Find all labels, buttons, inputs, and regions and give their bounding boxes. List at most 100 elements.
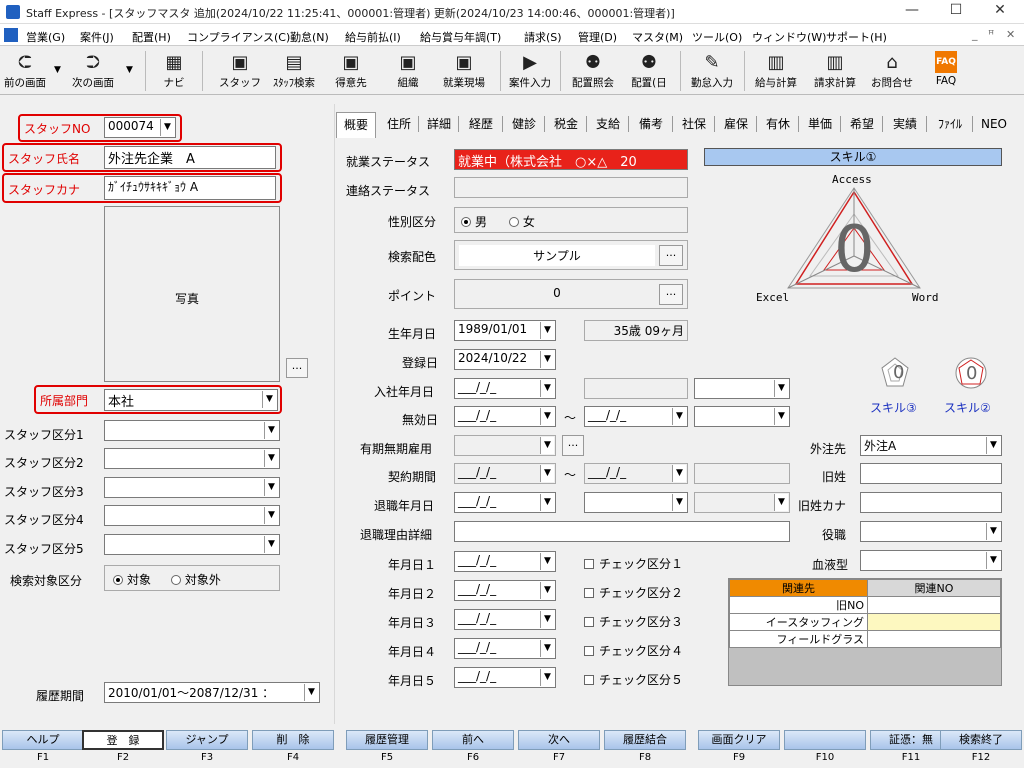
chevron-down-icon[interactable]: ▼	[264, 479, 278, 496]
chevron-down-icon[interactable]: ▼	[774, 380, 788, 397]
chevron-down-icon[interactable]: ▼	[264, 422, 278, 439]
gender-female-radio[interactable]: 女	[508, 215, 535, 229]
table-row[interactable]: 旧NO	[729, 596, 1001, 614]
inquiry-button[interactable]: ⌂ お問合せ	[866, 49, 918, 90]
tab-address[interactable]: 住所	[382, 112, 416, 136]
join-extra-select[interactable]: ▼	[694, 378, 790, 399]
billing-button[interactable]: ▥ 請求計算	[808, 49, 862, 90]
menu-master[interactable]: マスタ(M)	[632, 29, 683, 45]
prev-dropdown-icon[interactable]: ▼	[54, 65, 61, 75]
calendar-dropdown-icon[interactable]: ▼	[540, 582, 554, 599]
register-date-input[interactable]: 2024/10/22 ▼	[454, 349, 556, 370]
menu-attendance[interactable]: 勤怠(N)	[290, 29, 329, 45]
f2-register-button[interactable]: 登 録	[82, 730, 164, 750]
chevron-down-icon[interactable]: ▼	[986, 523, 1000, 540]
retire-extra-select[interactable]: ▼	[694, 492, 790, 513]
calendar-dropdown-icon[interactable]: ▼	[540, 380, 554, 397]
chevron-down-icon[interactable]: ▼	[540, 437, 554, 454]
dept-select[interactable]: 本社 ▼	[104, 389, 278, 411]
tab-checkup[interactable]: 健診	[506, 112, 542, 136]
chevron-down-icon[interactable]: ▼	[774, 408, 788, 425]
photo-browse-button[interactable]: ...	[286, 358, 308, 378]
chevron-down-icon[interactable]: ▼	[262, 391, 276, 408]
calendar-dropdown-icon[interactable]: ▼	[672, 408, 686, 425]
f5-history-button[interactable]: 履歴管理	[346, 730, 428, 750]
join-date-input[interactable]: ___/_/_ ▼	[454, 378, 556, 399]
chevron-down-icon[interactable]: ▼	[264, 536, 278, 553]
tab-paid-leave[interactable]: 有休	[760, 112, 796, 136]
staff-kubun-1-select[interactable]: ▼	[104, 420, 280, 441]
staff-kubun-2-select[interactable]: ▼	[104, 448, 280, 469]
invalid-date-to-input[interactable]: ___/_/_ ▼	[584, 406, 688, 427]
blood-type-select[interactable]: ▼	[860, 550, 1002, 571]
calendar-dropdown-icon[interactable]: ▼	[540, 322, 554, 339]
menu-support[interactable]: サポート(H)	[826, 29, 887, 45]
check1-checkbox[interactable]: チェック区分１	[584, 555, 683, 572]
birth-date-input[interactable]: 1989/01/01 ▼	[454, 320, 556, 341]
f6-prev-button[interactable]: 前へ	[432, 730, 514, 750]
menu-payroll[interactable]: 給与賞与年調(T)	[420, 29, 501, 45]
client-button[interactable]: ▣ 得意先	[328, 49, 374, 90]
contract-to-input[interactable]: ___/_/_ ▼	[584, 463, 688, 484]
old-kana-input[interactable]	[860, 492, 1002, 513]
calendar-dropdown-icon[interactable]: ▼	[540, 408, 554, 425]
menu-compliance[interactable]: コンプライアンス(C)	[187, 29, 290, 45]
payroll-button[interactable]: ▥ 給与計算	[750, 49, 802, 90]
prev-screen-button[interactable]: ⮈ 前の画面	[0, 49, 50, 90]
menu-assign[interactable]: 配置(H)	[132, 29, 171, 45]
search-color-button[interactable]: ...	[659, 245, 683, 266]
assign-day-button[interactable]: ⚉ 配置(日	[625, 49, 673, 90]
tab-neo[interactable]: NEO	[976, 112, 1012, 136]
org-button[interactable]: ▣ 組織	[386, 49, 430, 90]
skill3-link[interactable]: スキル③	[870, 399, 917, 416]
calendar-dropdown-icon[interactable]: ▼	[540, 465, 554, 482]
gender-male-radio[interactable]: 男	[461, 215, 487, 229]
calendar-dropdown-icon[interactable]: ▼	[540, 640, 554, 657]
mdi-restore-button[interactable]: ꟸ	[988, 28, 994, 41]
check5-checkbox[interactable]: チェック区分５	[584, 671, 683, 688]
old-name-input[interactable]	[860, 463, 1002, 484]
retire-date-input[interactable]: ___/_/_ ▼	[454, 492, 556, 513]
tab-details[interactable]: 詳細	[422, 112, 456, 136]
staff-search-button[interactable]: ▤ ｽﾀｯﾌ検索	[266, 49, 322, 90]
tab-career[interactable]: 経歴	[462, 112, 500, 136]
date5-input[interactable]: ___/_/_ ▼	[454, 667, 556, 688]
chevron-down-icon[interactable]: ▼	[304, 684, 318, 701]
calendar-dropdown-icon[interactable]: ▼	[540, 494, 554, 511]
fixed-term-button[interactable]: ...	[562, 435, 584, 456]
attendance-button[interactable]: ✎ 勤怠入力	[686, 49, 738, 90]
f7-next-button[interactable]: 次へ	[518, 730, 600, 750]
tab-record[interactable]: 実績	[886, 112, 924, 136]
position-select[interactable]: ▼	[860, 521, 1002, 542]
outsource-select[interactable]: 外注A ▼	[860, 435, 1002, 456]
retire-reason-detail-input[interactable]	[454, 521, 790, 542]
chevron-down-icon[interactable]: ▼	[264, 450, 278, 467]
staff-name-input[interactable]: 外注先企業 A	[104, 146, 276, 169]
staff-kana-input[interactable]: ｶﾞｲﾁｭｳｻｷｷｷﾞｮｳ A	[104, 176, 276, 200]
staff-no-select[interactable]: 000074 ▼	[104, 117, 176, 138]
check4-checkbox[interactable]: チェック区分４	[584, 642, 683, 659]
calendar-dropdown-icon[interactable]: ▼	[540, 611, 554, 628]
f10-button[interactable]	[784, 730, 866, 750]
menu-admin[interactable]: 管理(D)	[578, 29, 617, 45]
menu-sales[interactable]: 営業(G)	[26, 29, 65, 45]
skill2-link[interactable]: スキル②	[944, 399, 991, 416]
maximize-button[interactable]: ☐	[936, 2, 976, 22]
tab-tax[interactable]: 税金	[548, 112, 584, 136]
point-button[interactable]: ...	[659, 284, 683, 305]
tab-payment[interactable]: 支給	[590, 112, 626, 136]
next-dropdown-icon[interactable]: ▼	[126, 65, 133, 75]
chevron-down-icon[interactable]: ▼	[986, 437, 1000, 454]
f4-delete-button[interactable]: 削 除	[252, 730, 334, 750]
invalid-extra-select[interactable]: ▼	[694, 406, 790, 427]
case-input-button[interactable]: ▶ 案件入力	[504, 49, 556, 90]
chevron-down-icon[interactable]: ▼	[774, 494, 788, 511]
f8-merge-button[interactable]: 履歴結合	[604, 730, 686, 750]
mdi-minimize-button[interactable]: _	[972, 28, 978, 41]
tab-social-ins[interactable]: 社保	[676, 112, 712, 136]
chevron-down-icon[interactable]: ▼	[672, 494, 686, 511]
menu-case[interactable]: 案件(J)	[80, 29, 114, 45]
related-row-value[interactable]	[867, 596, 1001, 614]
staff-button[interactable]: ▣ スタッフ	[218, 49, 262, 90]
tab-file[interactable]: ﾌｧｲﾙ	[930, 112, 970, 136]
